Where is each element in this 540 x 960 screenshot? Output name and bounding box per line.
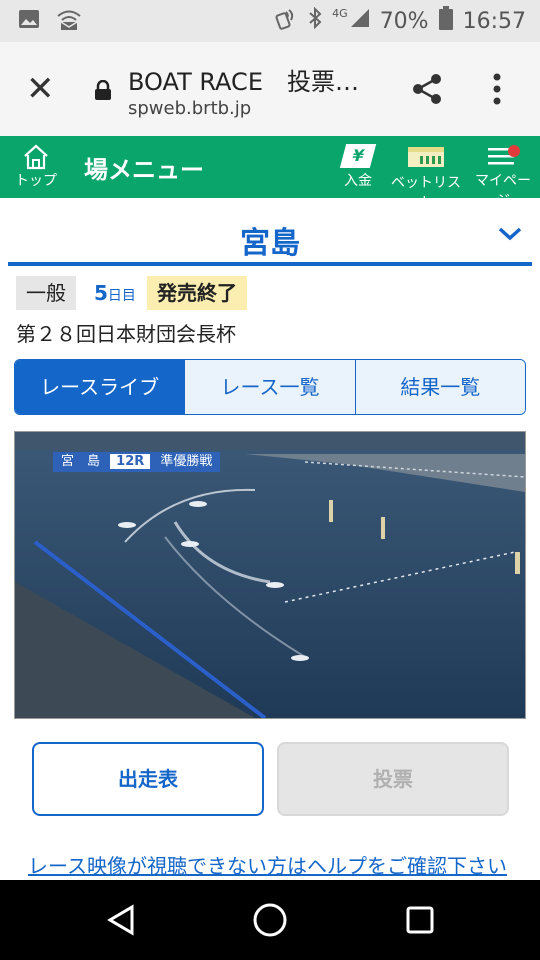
deposit-nav[interactable]: ¥ 入金 — [336, 144, 380, 190]
nfc-icon — [274, 6, 298, 36]
close-icon[interactable]: ✕ — [26, 72, 55, 106]
menu-title: 場メニュー — [84, 156, 204, 184]
overlay-venue: 宮 島 — [61, 454, 101, 469]
mypage-nav[interactable]: マイページ — [470, 144, 536, 210]
venue-selector[interactable]: 宮島 — [8, 204, 532, 266]
lock-icon — [94, 79, 112, 100]
venue-name: 宮島 — [240, 226, 300, 261]
deposit-label: 入金 — [344, 173, 372, 189]
clock: 16:57 — [462, 8, 526, 34]
bluetooth-icon — [308, 6, 322, 35]
race-video-frame — [15, 432, 525, 718]
browser-toolbar: ✕ BOAT RACE 投票… spweb.brtb.jp — [0, 42, 540, 137]
wifi-icon — [56, 9, 82, 35]
day-number: 5 — [94, 281, 108, 305]
overlay-race-number: 12R — [110, 454, 151, 469]
tab-race-list[interactable]: レース一覧 — [184, 360, 355, 414]
grade-badge: 一般 — [16, 276, 76, 310]
recents-icon[interactable] — [406, 906, 434, 938]
tab-results[interactable]: 結果一覧 — [354, 360, 525, 414]
vote-button: 投票 — [277, 742, 509, 816]
race-tabs: レースライブ レース一覧 結果一覧 — [14, 359, 526, 415]
day-label: 5日目 — [84, 276, 146, 310]
site-header: トップ 場メニュー ¥ 入金 ベットリスト マイページ — [0, 136, 540, 211]
day-unit: 日目 — [107, 288, 136, 304]
race-title: 第２８回日本財団会長杯 — [16, 322, 236, 346]
home-label: トップ — [15, 173, 57, 189]
share-icon[interactable] — [410, 72, 444, 110]
signal-icon — [350, 8, 370, 34]
race-overlay: 宮 島 12R 準優勝戦 — [53, 452, 221, 472]
page-title: BOAT RACE 投票… — [128, 68, 359, 96]
video-help-link[interactable]: レース映像が視聴できない方はヘルプをご確認下さい — [28, 850, 507, 879]
gallery-icon — [18, 9, 40, 35]
more-options-icon[interactable] — [492, 72, 502, 110]
home-circle-icon[interactable] — [252, 902, 288, 942]
race-video[interactable]: 宮 島 12R 準優勝戦 — [14, 431, 526, 719]
hamburger-menu-icon — [486, 144, 520, 172]
back-icon[interactable] — [106, 904, 136, 940]
overlay-race-type: 準優勝戦 — [160, 454, 213, 469]
url-domain[interactable]: spweb.brtb.jp — [128, 98, 251, 119]
status-bar: 4G 70% 16:57 — [0, 0, 540, 42]
battery-icon — [438, 6, 453, 36]
chevron-down-icon[interactable] — [498, 226, 522, 246]
entry-table-button[interactable]: 出走表 — [32, 742, 264, 816]
android-nav-bar — [0, 880, 540, 960]
battery-percent: 70% — [379, 8, 429, 34]
network-type-label: 4G — [332, 6, 348, 20]
betlist-nav[interactable]: ベットリスト — [388, 144, 464, 212]
deposit-icon: ¥ — [339, 144, 377, 168]
sale-status-badge: 発売終了 — [147, 276, 247, 310]
tab-race-live[interactable]: レースライブ — [15, 360, 185, 414]
home-nav[interactable]: トップ — [14, 144, 58, 190]
